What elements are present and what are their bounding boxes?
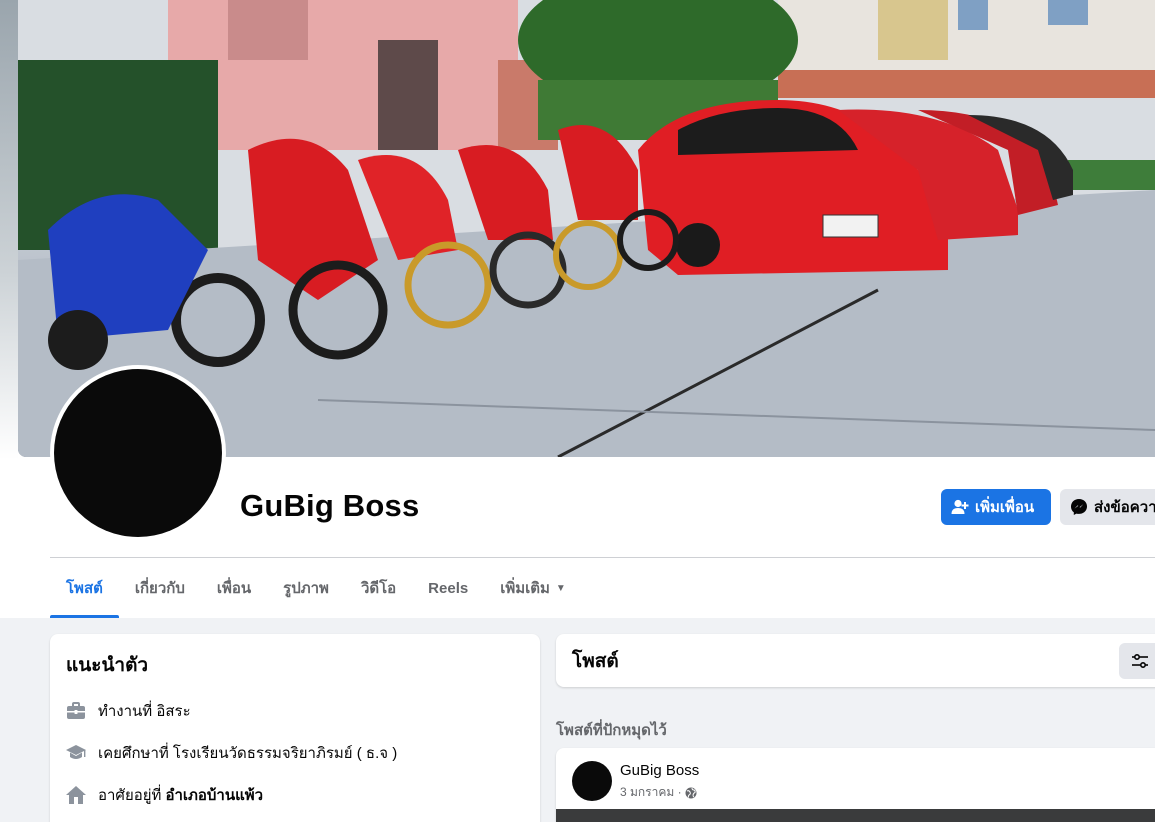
post-date[interactable]: 3 มกราคม · xyxy=(620,783,682,802)
add-friend-button[interactable]: เพิ่มเพื่อน xyxy=(941,489,1051,525)
intro-card: แนะนำตัว ทำงานที่ อิสระ เคยศึกษาที่ โรงเ… xyxy=(50,634,540,822)
tab-reels[interactable]: Reels xyxy=(412,558,484,618)
tab-label: โพสต์ xyxy=(66,580,103,597)
intro-item-text: เคยศึกษาที่ โรงเรียนวัดธรรมจริยาภิรมย์ (… xyxy=(98,745,398,762)
cover-edge xyxy=(0,0,18,460)
filter-sliders-icon xyxy=(1132,653,1148,669)
profile-name: GuBig Boss xyxy=(240,488,420,523)
intro-item-location: อาศัยอยู่ที่ อำเภอบ้านแพ้ว xyxy=(66,774,524,816)
pinned-posts-label: โพสต์ที่ปักหมุดไว้ xyxy=(556,722,667,739)
globe-icon xyxy=(685,787,697,798)
tab-videos[interactable]: วิดีโอ xyxy=(345,558,412,618)
profile-header: GuBig Boss เพิ่มเพื่อน ส่งข้อควา โพสต์ เ… xyxy=(0,0,1155,618)
post-meta: 3 มกราคม · xyxy=(620,783,697,802)
add-friend-label: เพิ่มเพื่อน xyxy=(975,499,1035,516)
intro-location-link[interactable]: อำเภอบ้านแพ้ว xyxy=(165,783,263,807)
intro-item-text: อาศัยอยู่ที่ xyxy=(98,787,162,804)
graduation-cap-icon xyxy=(66,745,86,759)
tab-posts[interactable]: โพสต์ xyxy=(50,558,119,618)
tab-label: วิดีโอ xyxy=(360,580,397,597)
post-author-name[interactable]: GuBig Boss xyxy=(620,762,699,779)
briefcase-icon xyxy=(67,702,85,719)
message-button[interactable]: ส่งข้อควา xyxy=(1060,489,1155,525)
add-friend-icon xyxy=(951,499,969,514)
profile-avatar[interactable] xyxy=(50,365,226,541)
filters-button[interactable] xyxy=(1119,643,1155,679)
intro-item-text: ทำงานที่ อิสระ xyxy=(98,703,191,720)
home-icon xyxy=(66,786,86,804)
tab-label: เพิ่มเติม xyxy=(500,580,550,597)
tab-about[interactable]: เกี่ยวกับ xyxy=(119,558,201,618)
intro-title: แนะนำตัว xyxy=(66,655,149,676)
tab-friends[interactable]: เพื่อน xyxy=(201,558,267,618)
pinned-post-card: GuBig Boss 3 มกราคม · xyxy=(556,748,1155,822)
tab-label: เกี่ยวกับ xyxy=(134,580,185,597)
tab-label: เพื่อน xyxy=(216,580,252,597)
intro-item-education: เคยศึกษาที่ โรงเรียนวัดธรรมจริยาภิรมย์ (… xyxy=(66,732,524,774)
message-label: ส่งข้อควา xyxy=(1094,499,1155,516)
post-author-avatar[interactable] xyxy=(572,761,612,801)
intro-item-work: ทำงานที่ อิสระ xyxy=(66,690,524,732)
post-media[interactable] xyxy=(556,809,1155,822)
tab-more[interactable]: เพิ่มเติม ▼ xyxy=(484,558,582,618)
tab-label: Reels xyxy=(428,579,469,597)
tab-label: รูปภาพ xyxy=(283,580,329,597)
profile-tabs: โพสต์ เกี่ยวกับ เพื่อน รูปภาพ วิดีโอ Ree… xyxy=(50,558,582,618)
caret-down-icon: ▼ xyxy=(555,582,566,594)
messenger-icon xyxy=(1071,499,1087,515)
profile-avatar-image xyxy=(54,369,222,537)
tab-photos[interactable]: รูปภาพ xyxy=(267,558,345,618)
posts-title: โพสต์ xyxy=(572,650,619,672)
posts-header-card: โพสต์ xyxy=(556,634,1155,687)
